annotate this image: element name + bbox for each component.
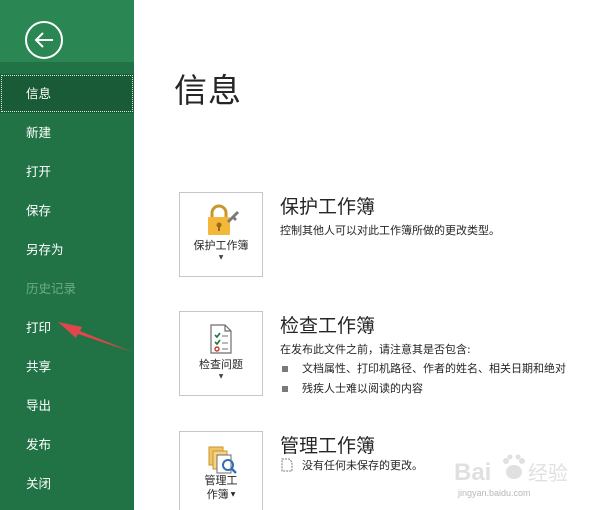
baidu-watermark-logo: Bai 经验	[454, 454, 568, 486]
nav-item-save[interactable]: 保存	[0, 191, 134, 230]
check-issues-button[interactable]: 检查问题 ▼	[179, 311, 263, 396]
info-panel: 信息 保护工作簿 ▼ 保护工作簿 控制其他人可以对此工作簿所做的更改类型。 检查…	[134, 0, 591, 510]
protect-workbook-button-label: 保护工作簿	[193, 239, 249, 252]
svg-text:经验: 经验	[528, 461, 568, 485]
dropdown-caret-icon: ▼	[218, 373, 224, 380]
list-item: 残疾人士难以阅读的内容	[280, 379, 566, 399]
nav-item-share[interactable]: 共享	[0, 347, 134, 386]
nav-item-save-as[interactable]: 另存为	[0, 230, 134, 269]
nav-item-export[interactable]: 导出	[0, 386, 134, 425]
nav-item-new[interactable]: 新建	[0, 113, 134, 152]
backstage-sidebar: 信息 新建 打开 保存 另存为 历史记录 打印 共享 导出 发布 关闭	[0, 0, 134, 510]
dropdown-caret-icon: ▼	[218, 254, 224, 261]
inspect-document-icon	[210, 324, 232, 354]
inspect-workbook-description: 在发布此文件之前，请注意其是否包含:	[280, 343, 471, 356]
protect-workbook-button[interactable]: 保护工作簿 ▼	[179, 192, 263, 277]
back-area	[0, 0, 134, 62]
inspect-items-list: 文档属性、打印机路径、作者的姓名、相关日期和绝对 残疾人士难以阅读的内容	[280, 359, 566, 399]
nav-item-publish[interactable]: 发布	[0, 425, 134, 464]
inspect-workbook-title: 检查工作簿	[280, 315, 376, 337]
backstage-nav: 信息 新建 打开 保存 另存为 历史记录 打印 共享 导出 发布 关闭	[0, 74, 134, 503]
protect-workbook-description: 控制其他人可以对此工作簿所做的更改类型。	[280, 224, 500, 237]
unsaved-changes-status: 没有任何未保存的更改。	[280, 457, 423, 473]
manage-workbook-title: 管理工作簿	[280, 435, 376, 457]
back-arrow-icon	[34, 32, 53, 48]
manage-workbook-button-label: 管理工 作簿 ▼	[204, 474, 238, 501]
nav-item-info[interactable]: 信息	[0, 74, 134, 113]
protect-workbook-title: 保护工作簿	[280, 196, 376, 218]
lock-icon	[208, 204, 239, 235]
manage-workbook-button[interactable]: 管理工 作簿 ▼	[179, 431, 263, 510]
nav-item-history: 历史记录	[26, 281, 77, 296]
nav-item-close[interactable]: 关闭	[0, 464, 134, 503]
check-issues-button-label: 检查问题	[199, 358, 243, 371]
dropdown-caret-icon: ▼	[230, 491, 236, 498]
nav-item-print[interactable]: 打印	[0, 308, 134, 347]
watermark-url: jingyan.baidu.com	[458, 488, 531, 498]
nav-item-open[interactable]: 打开	[0, 152, 134, 191]
page-title: 信息	[174, 71, 242, 110]
list-item: 文档属性、打印机路径、作者的姓名、相关日期和绝对	[280, 359, 566, 379]
bullet-icon	[282, 366, 288, 372]
bullet-icon	[282, 386, 288, 392]
manage-versions-icon	[208, 446, 237, 474]
back-button[interactable]	[25, 21, 63, 59]
svg-text:Bai: Bai	[454, 459, 491, 486]
document-icon	[281, 458, 293, 472]
